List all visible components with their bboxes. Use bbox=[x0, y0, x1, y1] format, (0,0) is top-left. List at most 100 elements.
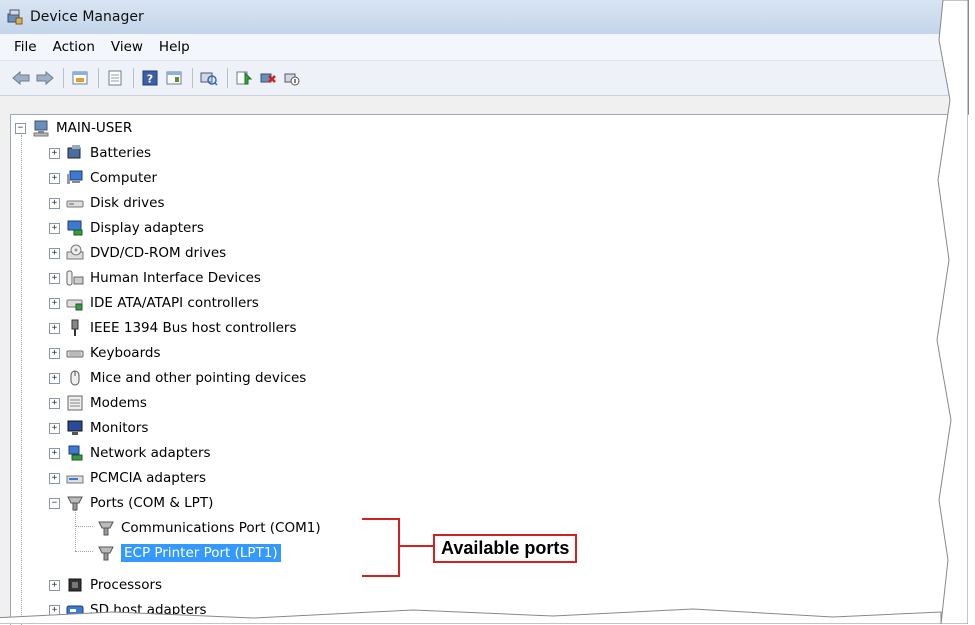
callout-connector bbox=[400, 545, 433, 547]
collapse-icon[interactable]: − bbox=[15, 122, 26, 134]
network-adapter-icon bbox=[68, 445, 83, 461]
disable-icon[interactable] bbox=[281, 67, 303, 89]
root-label: MAIN-USER bbox=[56, 120, 133, 136]
tree-item-monitors[interactable]: + Monitors bbox=[49, 417, 148, 439]
tree-item-network-adapters[interactable]: + Network adapters bbox=[49, 442, 211, 464]
uninstall-icon[interactable] bbox=[257, 67, 279, 89]
toolbar-separator bbox=[227, 68, 228, 88]
item-label: SD host adapters bbox=[90, 602, 207, 618]
menu-help[interactable]: Help bbox=[151, 39, 198, 55]
expand-icon[interactable]: + bbox=[49, 272, 60, 284]
expand-icon[interactable]: + bbox=[49, 372, 60, 384]
item-label: IEEE 1394 Bus host controllers bbox=[90, 320, 297, 336]
tree-item-processors[interactable]: + Processors bbox=[49, 574, 162, 596]
item-label: Mice and other pointing devices bbox=[90, 370, 307, 386]
item-label: Batteries bbox=[90, 145, 152, 161]
item-label: Communications Port (COM1) bbox=[121, 520, 321, 536]
ide-controller-icon bbox=[66, 299, 83, 311]
item-label-selected: ECP Printer Port (LPT1) bbox=[121, 544, 281, 562]
title-bar: Device Manager bbox=[0, 0, 968, 34]
hid-icon bbox=[66, 270, 84, 286]
tree-item-ide-controllers[interactable]: + IDE ATA/ATAPI controllers bbox=[49, 292, 259, 314]
item-label: PCMCIA adapters bbox=[90, 470, 207, 486]
pcmcia-icon bbox=[66, 475, 84, 484]
tree-item-mice[interactable]: + Mice and other pointing devices bbox=[49, 367, 306, 389]
tree-line bbox=[75, 526, 93, 527]
item-label: IDE ATA/ATAPI controllers bbox=[90, 295, 259, 311]
update-driver-icon[interactable] bbox=[233, 67, 255, 89]
tree-item-hid[interactable]: + Human Interface Devices bbox=[49, 267, 261, 289]
computer-icon bbox=[67, 170, 83, 184]
expand-icon[interactable]: + bbox=[49, 172, 60, 184]
menu-view[interactable]: View bbox=[103, 39, 151, 55]
tree-item-lpt1[interactable]: ECP Printer Port (LPT1) bbox=[97, 542, 281, 564]
item-label: Modems bbox=[90, 395, 147, 411]
modem-icon bbox=[67, 395, 83, 411]
item-label: Network adapters bbox=[90, 445, 211, 461]
tree-item-ports[interactable]: − Ports (COM & LPT) bbox=[49, 492, 213, 514]
item-label: Display adapters bbox=[90, 220, 204, 236]
window-title: Device Manager bbox=[30, 9, 144, 25]
item-label: Computer bbox=[90, 170, 158, 186]
expand-icon[interactable]: + bbox=[49, 579, 60, 591]
back-icon[interactable] bbox=[10, 67, 32, 89]
expand-icon[interactable]: + bbox=[49, 604, 60, 616]
menu-bar: File Action View Help bbox=[0, 34, 968, 61]
callout-label: Available ports bbox=[433, 534, 578, 563]
item-label: Human Interface Devices bbox=[90, 270, 261, 286]
expand-icon[interactable]: + bbox=[49, 472, 60, 484]
expand-icon[interactable]: + bbox=[49, 422, 60, 434]
collapse-icon[interactable]: − bbox=[49, 497, 60, 509]
sd-adapter-icon bbox=[66, 605, 84, 616]
tree-item-ieee1394[interactable]: + IEEE 1394 Bus host controllers bbox=[49, 317, 297, 339]
expand-icon[interactable]: + bbox=[49, 447, 60, 459]
item-label: Keyboards bbox=[90, 345, 161, 361]
tree-item-disk-drives[interactable]: + Disk drives bbox=[49, 192, 165, 214]
toolbar-separator bbox=[98, 68, 99, 88]
expand-icon[interactable]: + bbox=[49, 347, 60, 359]
ieee1394-icon bbox=[71, 319, 79, 336]
item-label: Disk drives bbox=[90, 195, 165, 211]
properties-icon[interactable] bbox=[69, 67, 91, 89]
port-icon bbox=[67, 496, 83, 511]
forward-icon[interactable] bbox=[34, 67, 56, 89]
console-view-icon[interactable] bbox=[163, 67, 185, 89]
computer-root-icon bbox=[33, 120, 49, 137]
expand-icon[interactable]: + bbox=[49, 297, 60, 309]
tree-item-dvd-drives[interactable]: + DVD/CD-ROM drives bbox=[49, 242, 226, 264]
toolbar-separator bbox=[63, 68, 64, 88]
expand-icon[interactable]: + bbox=[49, 247, 60, 259]
battery-icon bbox=[67, 145, 81, 159]
tree-item-computer[interactable]: + Computer bbox=[49, 167, 157, 189]
tree-item-sd-adapters[interactable]: + SD host adapters bbox=[49, 599, 207, 621]
expand-icon[interactable]: + bbox=[49, 197, 60, 209]
port-icon bbox=[98, 546, 114, 561]
menu-action[interactable]: Action bbox=[45, 39, 103, 55]
expand-icon[interactable]: + bbox=[49, 397, 60, 409]
processor-icon bbox=[68, 578, 82, 592]
item-label: Processors bbox=[90, 577, 163, 593]
tree-root[interactable]: − MAIN-USER bbox=[15, 117, 132, 139]
help-icon[interactable]: ? bbox=[139, 67, 161, 89]
tree-item-pcmcia[interactable]: + PCMCIA adapters bbox=[49, 467, 206, 489]
monitor-icon bbox=[67, 420, 83, 435]
tree-item-batteries[interactable]: + Batteries bbox=[49, 142, 151, 164]
toolbar-separator bbox=[192, 68, 193, 88]
item-label: Ports (COM & LPT) bbox=[90, 495, 214, 511]
tree-item-display-adapters[interactable]: + Display adapters bbox=[49, 217, 204, 239]
item-label: DVD/CD-ROM drives bbox=[90, 245, 227, 261]
device-manager-icon bbox=[7, 9, 23, 25]
show-hide-console-tree-icon[interactable] bbox=[104, 67, 126, 89]
expand-icon[interactable]: + bbox=[49, 222, 60, 234]
tree-item-modems[interactable]: + Modems bbox=[49, 392, 147, 414]
svg-text:?: ? bbox=[147, 73, 153, 86]
menu-file[interactable]: File bbox=[6, 39, 45, 55]
tree-item-keyboards[interactable]: + Keyboards bbox=[49, 342, 161, 364]
expand-icon[interactable]: + bbox=[49, 147, 60, 159]
scan-hardware-icon[interactable] bbox=[198, 67, 220, 89]
tree-item-com1[interactable]: Communications Port (COM1) bbox=[97, 517, 321, 539]
callout-bracket bbox=[362, 518, 400, 577]
toolbar-separator bbox=[133, 68, 134, 88]
device-manager-window: Device Manager File Action View Help ? −… bbox=[0, 0, 969, 625]
expand-icon[interactable]: + bbox=[49, 322, 60, 334]
